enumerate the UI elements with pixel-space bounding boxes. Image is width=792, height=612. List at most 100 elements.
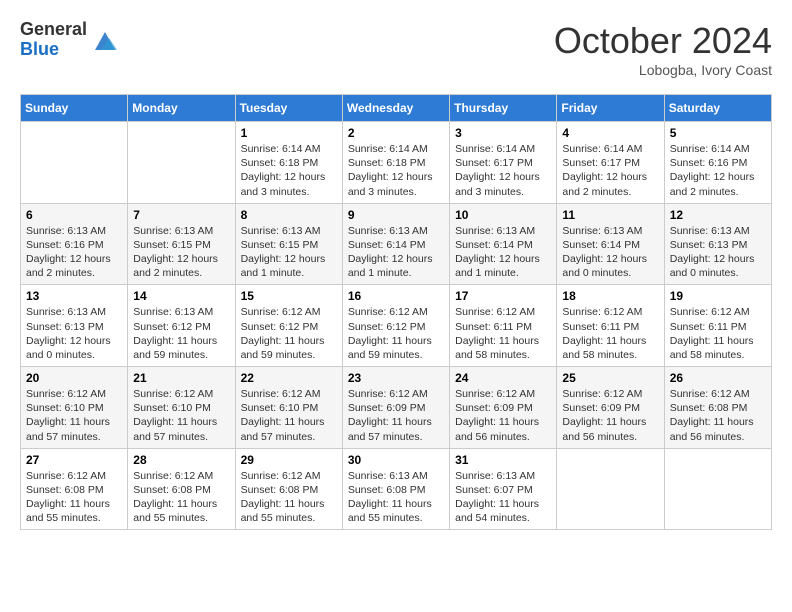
day-number: 4: [562, 126, 658, 140]
calendar-day-cell: 16 Sunrise: 6:12 AM Sunset: 6:12 PM Dayli…: [342, 285, 449, 367]
day-info: Sunrise: 6:12 AM Sunset: 6:08 PM Dayligh…: [241, 469, 337, 526]
day-info: Sunrise: 6:13 AM Sunset: 6:13 PM Dayligh…: [670, 224, 766, 281]
day-number: 9: [348, 208, 444, 222]
day-info: Sunrise: 6:13 AM Sunset: 6:14 PM Dayligh…: [562, 224, 658, 281]
calendar-day-cell: 19Sunrise: 6:12 AM Sunset: 6:11 PM Dayli…: [664, 285, 771, 367]
day-number: 3: [455, 126, 551, 140]
day-info: Sunrise: 6:14 AM Sunset: 6:17 PM Dayligh…: [455, 142, 551, 199]
calendar-day-cell: 27 Sunrise: 6:12 AM Sunset: 6:08 PM Dayli…: [21, 448, 128, 530]
calendar-week-row: 6 Sunrise: 6:13 AM Sunset: 6:16 PM Daylig…: [21, 203, 772, 285]
calendar-day-cell: 22Sunrise: 6:12 AM Sunset: 6:10 PM Dayli…: [235, 367, 342, 449]
day-number: 19: [670, 289, 766, 303]
calendar-week-row: 13Sunrise: 6:13 AM Sunset: 6:13 PM Dayli…: [21, 285, 772, 367]
day-info: Sunrise: 6:12 AM Sunset: 6:11 PM Dayligh…: [562, 305, 658, 362]
weekday-header-wednesday: Wednesday: [342, 95, 449, 122]
day-info: Sunrise: 6:12 AM Sunset: 6:12 PM Dayligh…: [241, 305, 337, 362]
weekday-header-friday: Friday: [557, 95, 664, 122]
day-info: Sunrise: 6:13 AM Sunset: 6:07 PM Dayligh…: [455, 469, 551, 526]
day-number: 30: [348, 453, 444, 467]
calendar-day-cell: 5Sunrise: 6:14 AM Sunset: 6:16 PM Daylig…: [664, 122, 771, 204]
day-number: 6: [26, 208, 122, 222]
day-info: Sunrise: 6:12 AM Sunset: 6:09 PM Dayligh…: [348, 387, 444, 444]
calendar-day-cell: 18 Sunrise: 6:12 AM Sunset: 6:11 PM Dayli…: [557, 285, 664, 367]
weekday-header-sunday: Sunday: [21, 95, 128, 122]
day-number: 10: [455, 208, 551, 222]
day-number: 27: [26, 453, 122, 467]
day-info: Sunrise: 6:12 AM Sunset: 6:12 PM Dayligh…: [348, 305, 444, 362]
calendar-day-cell: 13Sunrise: 6:13 AM Sunset: 6:13 PM Dayli…: [21, 285, 128, 367]
calendar-day-cell: [557, 448, 664, 530]
calendar-day-cell: 25 Sunrise: 6:12 AM Sunset: 6:09 PM Dayli…: [557, 367, 664, 449]
calendar-day-cell: 21Sunrise: 6:12 AM Sunset: 6:10 PM Dayli…: [128, 367, 235, 449]
day-number: 2: [348, 126, 444, 140]
logo-icon: [91, 26, 119, 54]
day-info: Sunrise: 6:13 AM Sunset: 6:16 PM Dayligh…: [26, 224, 122, 281]
day-info: Sunrise: 6:12 AM Sunset: 6:10 PM Dayligh…: [133, 387, 229, 444]
day-info: Sunrise: 6:12 AM Sunset: 6:09 PM Dayligh…: [562, 387, 658, 444]
logo-blue-text: Blue: [20, 40, 87, 60]
page-header: General Blue October 2024 Lobogba, Ivory…: [20, 20, 772, 78]
location-subtitle: Lobogba, Ivory Coast: [554, 62, 772, 78]
day-number: 18: [562, 289, 658, 303]
month-title: October 2024: [554, 20, 772, 62]
calendar-day-cell: 6 Sunrise: 6:13 AM Sunset: 6:16 PM Daylig…: [21, 203, 128, 285]
calendar-day-cell: 9 Sunrise: 6:13 AM Sunset: 6:14 PM Daylig…: [342, 203, 449, 285]
calendar-week-row: 1 Sunrise: 6:14 AM Sunset: 6:18 PM Daylig…: [21, 122, 772, 204]
day-number: 23: [348, 371, 444, 385]
day-info: Sunrise: 6:12 AM Sunset: 6:08 PM Dayligh…: [670, 387, 766, 444]
day-number: 13: [26, 289, 122, 303]
weekday-header-monday: Monday: [128, 95, 235, 122]
calendar-day-cell: 7 Sunrise: 6:13 AM Sunset: 6:15 PM Daylig…: [128, 203, 235, 285]
day-number: 16: [348, 289, 444, 303]
calendar-day-cell: 4 Sunrise: 6:14 AM Sunset: 6:17 PM Daylig…: [557, 122, 664, 204]
day-number: 15: [241, 289, 337, 303]
calendar-day-cell: [128, 122, 235, 204]
calendar-day-cell: 3 Sunrise: 6:14 AM Sunset: 6:17 PM Daylig…: [450, 122, 557, 204]
day-info: Sunrise: 6:13 AM Sunset: 6:15 PM Dayligh…: [241, 224, 337, 281]
day-number: 31: [455, 453, 551, 467]
calendar-day-cell: 23 Sunrise: 6:12 AM Sunset: 6:09 PM Dayli…: [342, 367, 449, 449]
weekday-header-thursday: Thursday: [450, 95, 557, 122]
day-number: 8: [241, 208, 337, 222]
day-number: 25: [562, 371, 658, 385]
day-number: 24: [455, 371, 551, 385]
day-info: Sunrise: 6:12 AM Sunset: 6:08 PM Dayligh…: [133, 469, 229, 526]
day-number: 29: [241, 453, 337, 467]
weekday-header-saturday: Saturday: [664, 95, 771, 122]
calendar-table: SundayMondayTuesdayWednesdayThursdayFrid…: [20, 94, 772, 530]
day-info: Sunrise: 6:14 AM Sunset: 6:18 PM Dayligh…: [348, 142, 444, 199]
day-info: Sunrise: 6:13 AM Sunset: 6:14 PM Dayligh…: [348, 224, 444, 281]
day-number: 26: [670, 371, 766, 385]
day-number: 7: [133, 208, 229, 222]
day-info: Sunrise: 6:14 AM Sunset: 6:17 PM Dayligh…: [562, 142, 658, 199]
title-block: October 2024 Lobogba, Ivory Coast: [554, 20, 772, 78]
day-number: 1: [241, 126, 337, 140]
day-number: 12: [670, 208, 766, 222]
calendar-day-cell: [21, 122, 128, 204]
day-number: 20: [26, 371, 122, 385]
weekday-header-row: SundayMondayTuesdayWednesdayThursdayFrid…: [21, 95, 772, 122]
day-info: Sunrise: 6:12 AM Sunset: 6:10 PM Dayligh…: [26, 387, 122, 444]
day-info: Sunrise: 6:12 AM Sunset: 6:09 PM Dayligh…: [455, 387, 551, 444]
calendar-day-cell: 26 Sunrise: 6:12 AM Sunset: 6:08 PM Dayli…: [664, 367, 771, 449]
day-info: Sunrise: 6:13 AM Sunset: 6:08 PM Dayligh…: [348, 469, 444, 526]
logo: General Blue: [20, 20, 119, 60]
calendar-day-cell: 31 Sunrise: 6:13 AM Sunset: 6:07 PM Dayli…: [450, 448, 557, 530]
calendar-day-cell: 1Sunrise: 6:14 AM Sunset: 6:18 PM Daylig…: [235, 122, 342, 204]
day-info: Sunrise: 6:13 AM Sunset: 6:15 PM Dayligh…: [133, 224, 229, 281]
day-info: Sunrise: 6:12 AM Sunset: 6:08 PM Dayligh…: [26, 469, 122, 526]
calendar-day-cell: 20 Sunrise: 6:12 AM Sunset: 6:10 PM Dayli…: [21, 367, 128, 449]
day-number: 14: [133, 289, 229, 303]
day-number: 11: [562, 208, 658, 222]
weekday-header-tuesday: Tuesday: [235, 95, 342, 122]
calendar-day-cell: 17Sunrise: 6:12 AM Sunset: 6:11 PM Dayli…: [450, 285, 557, 367]
day-info: Sunrise: 6:14 AM Sunset: 6:16 PM Dayligh…: [670, 142, 766, 199]
calendar-day-cell: 2 Sunrise: 6:14 AM Sunset: 6:18 PM Daylig…: [342, 122, 449, 204]
calendar-week-row: 20 Sunrise: 6:12 AM Sunset: 6:10 PM Dayli…: [21, 367, 772, 449]
day-info: Sunrise: 6:13 AM Sunset: 6:14 PM Dayligh…: [455, 224, 551, 281]
logo-general-text: General: [20, 20, 87, 40]
day-info: Sunrise: 6:12 AM Sunset: 6:11 PM Dayligh…: [455, 305, 551, 362]
calendar-day-cell: 15 Sunrise: 6:12 AM Sunset: 6:12 PM Dayli…: [235, 285, 342, 367]
calendar-week-row: 27 Sunrise: 6:12 AM Sunset: 6:08 PM Dayli…: [21, 448, 772, 530]
day-number: 28: [133, 453, 229, 467]
